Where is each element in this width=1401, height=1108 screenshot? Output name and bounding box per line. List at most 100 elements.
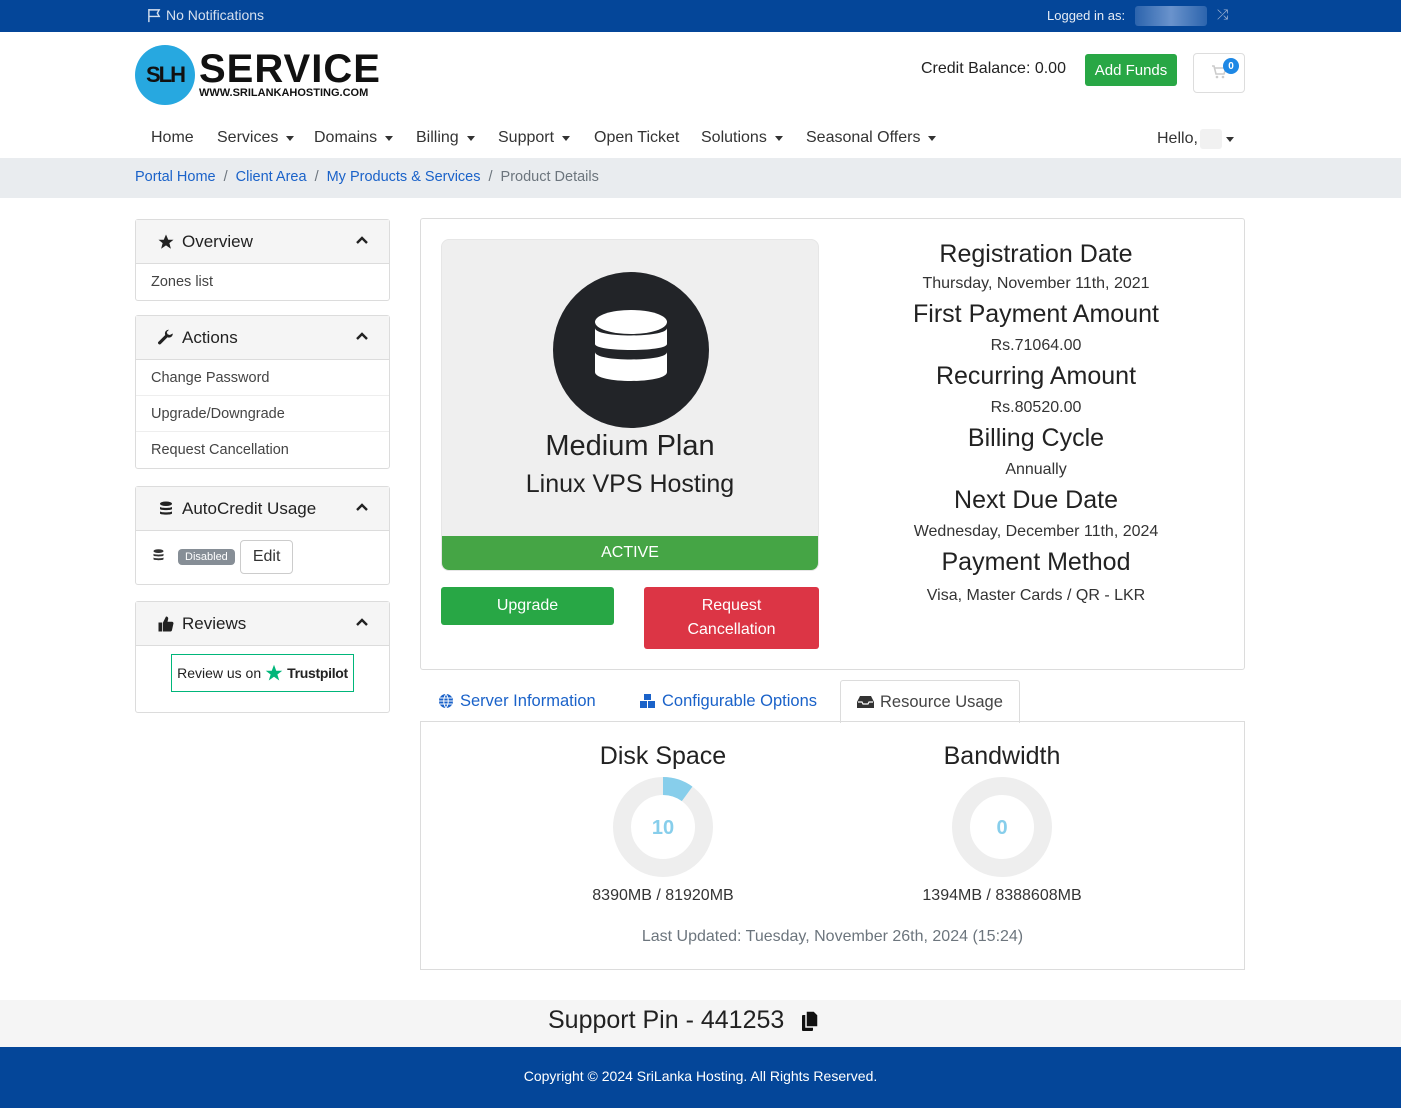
notifications-text: No Notifications — [166, 7, 265, 23]
caret-down-icon — [774, 135, 783, 141]
product-status-box: Medium Plan Linux VPS Hosting ACTIVE — [441, 239, 819, 571]
nav-support[interactable]: Support — [498, 129, 571, 147]
nav-label: Solutions — [701, 129, 767, 146]
nav-label: Domains — [314, 129, 378, 146]
chevron-up-icon[interactable] — [355, 328, 369, 344]
upgrade-button[interactable]: Upgrade — [441, 587, 614, 625]
status-badge: ACTIVE — [442, 536, 818, 570]
switch-account-icon[interactable]: ⤮ — [1217, 6, 1228, 23]
tab-label: Server Information — [460, 691, 596, 710]
nav-label: Open Ticket — [594, 129, 680, 146]
breadcrumb-separator: / — [488, 169, 493, 185]
overview-panel-header[interactable]: Overview — [136, 220, 389, 264]
reviews-panel-header[interactable]: Reviews — [136, 602, 389, 646]
database-icon — [553, 272, 709, 428]
username-blurred — [1199, 129, 1222, 149]
copy-icon[interactable] — [801, 1010, 819, 1036]
thumbs-up-icon — [156, 615, 176, 633]
detail-label: Payment Method — [941, 548, 1131, 576]
gauge-usage: 8390MB / 81920MB — [592, 887, 734, 904]
last-updated: Last Updated: Tuesday, November 26th, 20… — [641, 928, 1024, 945]
autocredit-panel-header[interactable]: AutoCredit Usage — [136, 487, 389, 531]
detail-label: First Payment Amount — [913, 300, 1159, 328]
tab-configurable-options[interactable]: Configurable Options — [639, 680, 817, 722]
chevron-up-icon[interactable] — [355, 499, 369, 515]
chevron-up-icon[interactable] — [355, 232, 369, 248]
detail-label: Next Due Date — [954, 486, 1118, 514]
breadcrumb: Portal Home / Client Area / My Products … — [0, 158, 1401, 198]
gauge-usage: 1394MB / 8388608MB — [922, 887, 1082, 904]
sidebar-reviews-panel: Reviews Review us on Trustpilot — [135, 601, 390, 713]
detail-value: Wednesday, December 11th, 2024 — [913, 523, 1159, 540]
support-pin: Support Pin - 441253 — [548, 1006, 785, 1034]
logged-in-label: Logged in as: — [1047, 8, 1126, 23]
inbox-icon — [857, 696, 874, 708]
breadcrumb-current: Product Details — [500, 169, 599, 185]
tab-label: Resource Usage — [880, 692, 1003, 711]
nav-billing[interactable]: Billing — [416, 129, 475, 147]
nav-solutions[interactable]: Solutions — [701, 129, 783, 147]
nav-open-ticket[interactable]: Open Ticket — [594, 129, 679, 147]
logo-url: WWW.SRILANKAHOSTING.COM — [199, 87, 369, 99]
nav-services[interactable]: Services — [217, 129, 295, 147]
plan-name: Medium Plan — [545, 430, 715, 462]
site-logo[interactable]: SLH SERVICE WWW.SRILANKAHOSTING.COM — [135, 45, 381, 105]
trustpilot-review-button[interactable]: Review us on Trustpilot — [171, 654, 354, 692]
caret-down-icon — [928, 135, 937, 141]
actions-panel-header[interactable]: Actions — [136, 316, 389, 360]
support-pin-bar: Support Pin - 441253 — [0, 1000, 1401, 1047]
add-funds-button[interactable]: Add Funds — [1085, 54, 1177, 86]
sidebar-autocredit-panel: AutoCredit Usage Disabled Edit — [135, 486, 390, 585]
nav-seasonal-offers[interactable]: Seasonal Offers — [806, 129, 937, 147]
flag-icon — [148, 8, 161, 22]
nav-user-menu[interactable]: Hello, — [1157, 129, 1234, 149]
cubes-icon — [640, 694, 655, 708]
billing-details: Registration Date Thursday, November 11t… — [861, 237, 1211, 609]
caret-down-icon — [1225, 136, 1234, 142]
nav-label: Home — [151, 129, 194, 146]
gauge-title: Bandwidth — [943, 742, 1061, 770]
logo-emblem: SLH — [135, 45, 195, 105]
star-icon — [156, 233, 176, 251]
breadcrumb-separator: / — [314, 169, 319, 185]
hello-label: Hello, — [1157, 130, 1198, 147]
detail-value: Visa, Master Cards / QR - LKR — [926, 587, 1146, 604]
resource-usage-panel: Disk Space 10 8390MB / 81920MB Bandwidth… — [420, 721, 1245, 970]
tab-resource-usage[interactable]: Resource Usage — [840, 680, 1020, 723]
bandwidth-donut: 0 — [952, 777, 1052, 877]
trustpilot-prefix: Review us on — [177, 665, 262, 681]
notifications-link[interactable]: No Notifications — [147, 7, 264, 23]
chevron-up-icon[interactable] — [355, 614, 369, 630]
nav-home[interactable]: Home — [151, 129, 194, 147]
autocredit-edit-button[interactable]: Edit — [239, 540, 294, 574]
breadcrumb-my-products[interactable]: My Products & Services — [327, 169, 481, 185]
coins-icon — [156, 500, 176, 518]
detail-value: Annually — [1005, 461, 1067, 478]
sidebar-actions-panel: Actions Change Password Upgrade/Downgrad… — [135, 315, 390, 469]
nav-label: Services — [217, 129, 279, 146]
trustpilot-star-icon — [265, 664, 283, 681]
breadcrumb-client-area[interactable]: Client Area — [236, 169, 307, 185]
caret-down-icon — [286, 135, 295, 141]
sidebar-item-upgrade-downgrade[interactable]: Upgrade/Downgrade — [136, 396, 389, 432]
request-cancellation-button[interactable]: Request Cancellation — [644, 587, 819, 649]
tab-server-information[interactable]: Server Information — [438, 680, 596, 722]
detail-value: Rs.71064.00 — [990, 337, 1082, 354]
product-type: Linux VPS Hosting — [525, 470, 735, 498]
top-bar: No Notifications Logged in as: ⤮ — [0, 0, 1401, 32]
detail-value: Thursday, November 11th, 2021 — [922, 275, 1150, 292]
gauge-percent: 10 — [652, 817, 674, 839]
nav-domains[interactable]: Domains — [314, 129, 394, 147]
sidebar-item-request-cancellation[interactable]: Request Cancellation — [136, 432, 389, 468]
sidebar-item-change-password[interactable]: Change Password — [136, 360, 389, 396]
coins-icon — [151, 548, 166, 567]
cart-button[interactable]: 0 — [1193, 53, 1245, 93]
username-blurred — [1135, 6, 1207, 26]
globe-icon — [439, 693, 453, 709]
sidebar-item-zones-list[interactable]: Zones list — [136, 264, 389, 300]
overview-title: Overview — [182, 231, 253, 251]
breadcrumb-separator: / — [223, 169, 228, 185]
detail-value: Rs.80520.00 — [990, 399, 1082, 416]
breadcrumb-portal-home[interactable]: Portal Home — [135, 169, 216, 185]
header: SLH SERVICE WWW.SRILANKAHOSTING.COM Cred… — [0, 32, 1401, 122]
